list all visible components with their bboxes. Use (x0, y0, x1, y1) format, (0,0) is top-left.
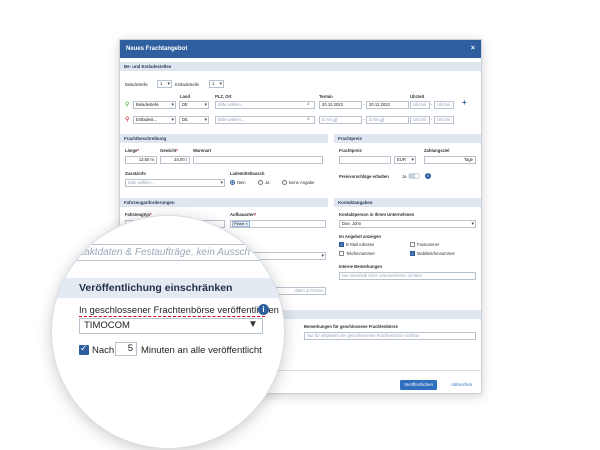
publish-button[interactable]: Veröffentlichen (400, 380, 437, 390)
fax-label: Faxnummer (417, 242, 440, 247)
date-dash: - (363, 102, 365, 107)
dialog-titlebar: Neues Frachtangebot × (120, 40, 481, 58)
search-icon[interactable]: ⌕ (307, 116, 310, 122)
place-input-1[interactable]: Bitte wählen... (215, 101, 315, 109)
section-contact-details: Kontaktangaben (334, 198, 481, 207)
price-suggestions-toggle[interactable] (408, 173, 420, 179)
pallet-exchange-none-radio[interactable] (282, 180, 287, 185)
internal-remarks-label: Interne Bemerkungen (339, 264, 383, 269)
beladestelle-label: Beladestelle (125, 82, 148, 87)
cancel-button[interactable]: Abbrechen (451, 380, 472, 390)
payment-term-label: Zahlungsziel (424, 148, 450, 153)
weight-label: Gewicht* (160, 148, 178, 153)
country-select-2[interactable]: DE (179, 116, 209, 124)
place-input-2[interactable]: Bitte wählen... (215, 116, 315, 124)
date-from-input-1[interactable]: 20.12.2022 (319, 101, 362, 109)
phone-label: Telefonnummer (346, 251, 375, 256)
date-dash: - (363, 117, 365, 122)
internal-remarks-input[interactable]: Nur innerhalb Ihres Unternehmens sichtba… (339, 272, 476, 280)
goods-type-label: Warenart (193, 148, 211, 153)
entladestelle-count-select[interactable]: 1 (209, 80, 224, 88)
info-icon[interactable]: i (425, 173, 431, 179)
show-in-offer-label: Im Angebot anzeigen (339, 234, 381, 239)
payment-term-input[interactable]: Tage (424, 156, 476, 164)
freight-price-label: Frachtpreis (339, 148, 362, 153)
section-freight-description: Frachtbeschreibung (120, 134, 328, 143)
time-from-input-2[interactable]: Uhrzeit (410, 116, 430, 124)
section-loading-unloading: Be- und Entladestellen (120, 62, 481, 71)
closed-exchange-select[interactable]: TIMOCOM (79, 318, 263, 334)
time-dash: - (431, 102, 433, 107)
entladestelle-label: Entladestelle (175, 82, 199, 87)
phone-checkbox[interactable] (339, 251, 344, 256)
email-checkbox[interactable] (339, 242, 344, 247)
column-land: Land (180, 94, 191, 99)
closed-exchange-remarks-label: Bemerkungen für geschlossene Frachtenbör… (304, 324, 398, 329)
pallet-exchange-no-radio[interactable] (230, 180, 235, 185)
time-to-input-2[interactable]: Uhrzeit (434, 116, 454, 124)
vehicle-type-label: Fahrzeugtyp* (125, 212, 152, 217)
body-type-tag[interactable]: Plane × (232, 221, 250, 227)
location-pin-red-icon: ⚲ (125, 117, 130, 123)
pallet-exchange-no-label: Nein (237, 180, 246, 185)
column-plz-ort: PLZ, Ort (215, 94, 232, 99)
column-uhrzeit: Uhrzeit (410, 94, 425, 99)
pallet-exchange-label: Lademitteltausch (230, 171, 265, 176)
required-marker-line (79, 316, 265, 317)
body-types-label: Aufbauarten* (230, 212, 257, 217)
beladestelle-count-select[interactable]: 1 (157, 80, 172, 88)
pallet-exchange-yes-radio[interactable] (258, 180, 263, 185)
currency-select[interactable]: EUR (394, 156, 416, 164)
chevron-down-icon[interactable]: ▾ (261, 245, 267, 259)
date-to-input-1[interactable]: 20.12.2022 (366, 101, 409, 109)
pallet-exchange-none-label: keine Angabe (289, 180, 315, 185)
time-dash: - (431, 117, 433, 122)
freight-price-input[interactable] (339, 156, 391, 164)
weight-input[interactable]: 24,00 t (160, 156, 190, 164)
delay-minutes-input[interactable]: 5 (115, 342, 137, 356)
price-suggestions-label: Preisvorschläge erhalten (339, 174, 389, 179)
delay-suffix-label: Minuten an alle veröffentlicht (141, 345, 262, 356)
goods-type-input[interactable] (193, 156, 323, 164)
length-input[interactable]: 13,60 m (125, 156, 157, 164)
mobile-label: Mobiltelefonnummer (417, 251, 455, 256)
add-stop-plus-icon[interactable]: + (462, 98, 467, 107)
lens-contact-data-placeholder: re Kontaktdaten & Festaufträge, kein Aus… (52, 247, 251, 258)
contact-person-label: Kontaktperson in Ihrem Unternehmen (339, 212, 415, 217)
section-freight-price: Frachtpreis (334, 134, 481, 143)
mobile-checkbox[interactable] (410, 251, 415, 256)
price-suggestions-toggle-label: Ja (402, 174, 407, 179)
date-from-input-2[interactable]: tt.mm.jjjj (319, 116, 362, 124)
info-icon[interactable]: i (258, 304, 269, 315)
magnifier-lens: re Kontaktdaten & Festaufträge, kein Aus… (52, 216, 284, 448)
additional-info-label: Zusatzinfo (125, 171, 146, 176)
pallet-exchange-yes-label: Ja (265, 180, 270, 185)
length-label: Länge* (125, 148, 139, 153)
email-label: E-Mail Adresse (346, 242, 375, 247)
delay-prefix-label: Nach (92, 345, 115, 356)
stop-type-select-2[interactable]: Entladest... (133, 116, 176, 124)
column-termin: Termin (319, 94, 333, 99)
lens-section-heading: Veröffentlichung einschränken (52, 278, 284, 298)
closed-exchange-label: In geschlossener Frachtenbörse veröffent… (79, 305, 279, 316)
location-pin-green-icon: ⚲ (125, 102, 130, 108)
search-icon[interactable]: ⌕ (307, 101, 310, 107)
date-to-input-2[interactable]: tt.mm.jjjj (366, 116, 409, 124)
delay-publish-checkbox[interactable] (79, 343, 89, 355)
fax-checkbox[interactable] (410, 242, 415, 247)
caret-down-icon[interactable]: ▼ (248, 319, 258, 330)
time-from-input-1[interactable]: Uhrzeit (410, 101, 430, 109)
section-vehicle-requirements: Fahrzeuganforderungen (120, 198, 328, 207)
contact-person-select[interactable]: Doe, John (339, 220, 476, 228)
closed-exchange-remarks-input[interactable]: Nur für Mitglieder der geschlossenen Fra… (304, 332, 476, 340)
additional-info-select[interactable]: Bitte wählen... (125, 179, 225, 187)
dialog-title: Neues Frachtangebot (126, 46, 188, 52)
close-icon[interactable]: × (471, 40, 475, 58)
stop-type-select-1[interactable]: Beladestelle (133, 101, 176, 109)
time-to-input-1[interactable]: Uhrzeit (434, 101, 454, 109)
country-select-1[interactable]: DE (179, 101, 209, 109)
